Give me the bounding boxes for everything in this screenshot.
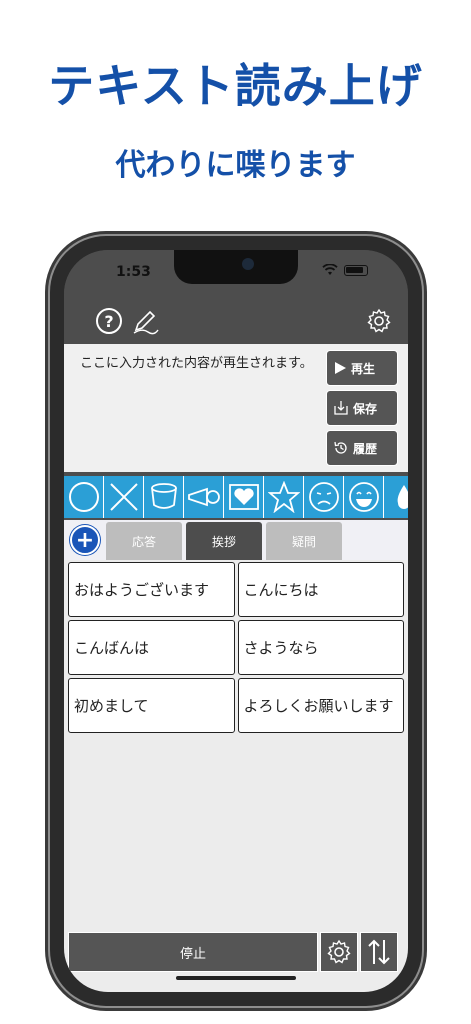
tab-question[interactable]: 疑問 xyxy=(266,522,342,560)
help-icon[interactable]: ? xyxy=(94,306,124,336)
star-stamp-icon[interactable] xyxy=(264,476,304,518)
save-label: 保存 xyxy=(353,401,378,416)
cross-stamp-icon[interactable] xyxy=(104,476,144,518)
drop-stamp-icon[interactable] xyxy=(384,476,408,518)
status-time: 1:53 xyxy=(116,264,151,280)
tab-response[interactable]: 応答 xyxy=(106,522,182,560)
home-indicator[interactable] xyxy=(176,976,296,980)
history-icon xyxy=(334,441,347,454)
phrase-button[interactable]: 初めまして xyxy=(68,678,235,733)
sad-face-stamp-icon[interactable] xyxy=(304,476,344,518)
stamp-strip[interactable] xyxy=(64,476,408,518)
pen-icon[interactable] xyxy=(130,306,160,336)
wifi-icon xyxy=(322,264,338,275)
circle-stamp-icon[interactable] xyxy=(64,476,104,518)
gear-icon[interactable] xyxy=(364,306,394,336)
horn-stamp-icon[interactable] xyxy=(184,476,224,518)
phone-frame: 1:53 ? ここに入力された内容が再生されます。 再生 保存 履歴 + 応答 … xyxy=(45,236,427,1006)
promo-title: テキスト読み上げ xyxy=(48,59,423,113)
play-button[interactable]: 再生 xyxy=(326,350,398,386)
phrase-button[interactable]: こんばんは xyxy=(68,620,235,675)
play-label: 再生 xyxy=(351,361,376,376)
bottom-gear-icon[interactable] xyxy=(320,932,358,972)
mute-switch xyxy=(45,366,48,392)
action-buttons: 再生 保存 履歴 xyxy=(326,350,398,470)
power-button xyxy=(424,436,427,516)
battery-icon xyxy=(344,264,368,276)
speech-text-input[interactable]: ここに入力された内容が再生されます。 xyxy=(72,344,322,470)
camera-icon xyxy=(242,258,254,270)
phrase-button[interactable]: こんにちは xyxy=(237,562,404,617)
category-tabs: + 応答 挨拶 疑問 xyxy=(64,520,408,560)
history-label: 履歴 xyxy=(353,441,378,456)
smile-face-stamp-icon[interactable] xyxy=(344,476,384,518)
promo-subtitle: 代わりに喋ります xyxy=(115,148,356,183)
heart-stamp-icon[interactable] xyxy=(224,476,264,518)
app-screen: 1:53 ? ここに入力された内容が再生されます。 再生 保存 履歴 + 応答 … xyxy=(64,250,408,992)
phrase-button[interactable]: おはようございます xyxy=(68,562,235,617)
volume-down-button xyxy=(45,478,48,528)
svg-text:?: ? xyxy=(104,312,113,331)
stop-button[interactable]: 停止 xyxy=(68,932,318,972)
cup-stamp-icon[interactable] xyxy=(144,476,184,518)
save-icon xyxy=(334,401,348,415)
phrase-grid-area: おはようございます こんにちは こんばんは さようなら 初めまして よろしくお願… xyxy=(64,560,408,930)
volume-up-button xyxy=(45,416,48,466)
history-button[interactable]: 履歴 xyxy=(326,430,398,466)
sort-arrows-icon[interactable] xyxy=(360,932,398,972)
play-icon xyxy=(335,362,346,374)
tab-greeting[interactable]: 挨拶 xyxy=(186,522,262,560)
phrase-button[interactable]: さようなら xyxy=(237,620,404,675)
top-toolbar: ? xyxy=(64,298,408,344)
notch xyxy=(174,250,298,284)
phrase-grid: おはようございます こんにちは こんばんは さようなら 初めまして よろしくお願… xyxy=(68,562,404,733)
phrase-button[interactable]: よろしくお願いします xyxy=(237,678,404,733)
status-icons xyxy=(322,264,368,276)
add-category-button[interactable]: + xyxy=(70,525,100,555)
save-button[interactable]: 保存 xyxy=(326,390,398,426)
bottom-bar: 停止 xyxy=(64,930,408,992)
